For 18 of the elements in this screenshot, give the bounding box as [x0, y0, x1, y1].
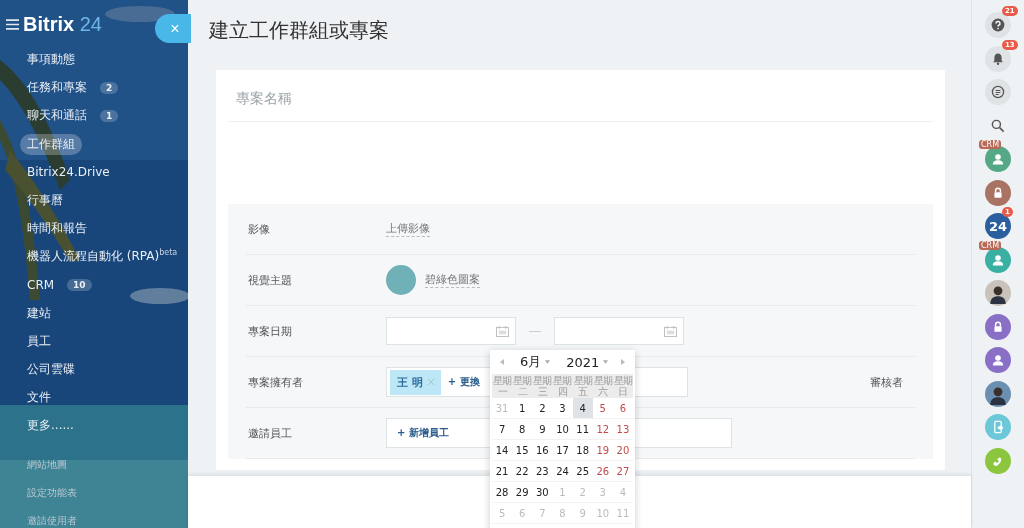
- field-label: 視覺主題: [247, 272, 293, 288]
- field-label: 專案擁有者: [247, 374, 304, 390]
- weekday-label: 星期 五: [572, 374, 593, 398]
- crm-tag: CRM: [979, 140, 1002, 149]
- field-label: 專案日期: [247, 323, 293, 339]
- page-title: 建立工作群組或專案: [208, 17, 390, 44]
- crm-tag: CRM: [979, 240, 1002, 250]
- weekday-label: 星期 日: [613, 374, 633, 398]
- field-label: 邀請員工: [247, 425, 293, 441]
- weekday-label: 星期 六: [593, 374, 613, 398]
- weekday-label: 星期 四: [552, 374, 573, 398]
- counter-badge: 1: [100, 109, 119, 122]
- counter-badge: 10: [67, 278, 92, 291]
- field-label: 影像: [247, 221, 271, 237]
- counter-badge: 2: [100, 81, 119, 94]
- weekday-label: 星期 三: [532, 374, 553, 398]
- field-label: 審核者: [870, 374, 903, 390]
- logo: Bitrix 24: [23, 13, 102, 37]
